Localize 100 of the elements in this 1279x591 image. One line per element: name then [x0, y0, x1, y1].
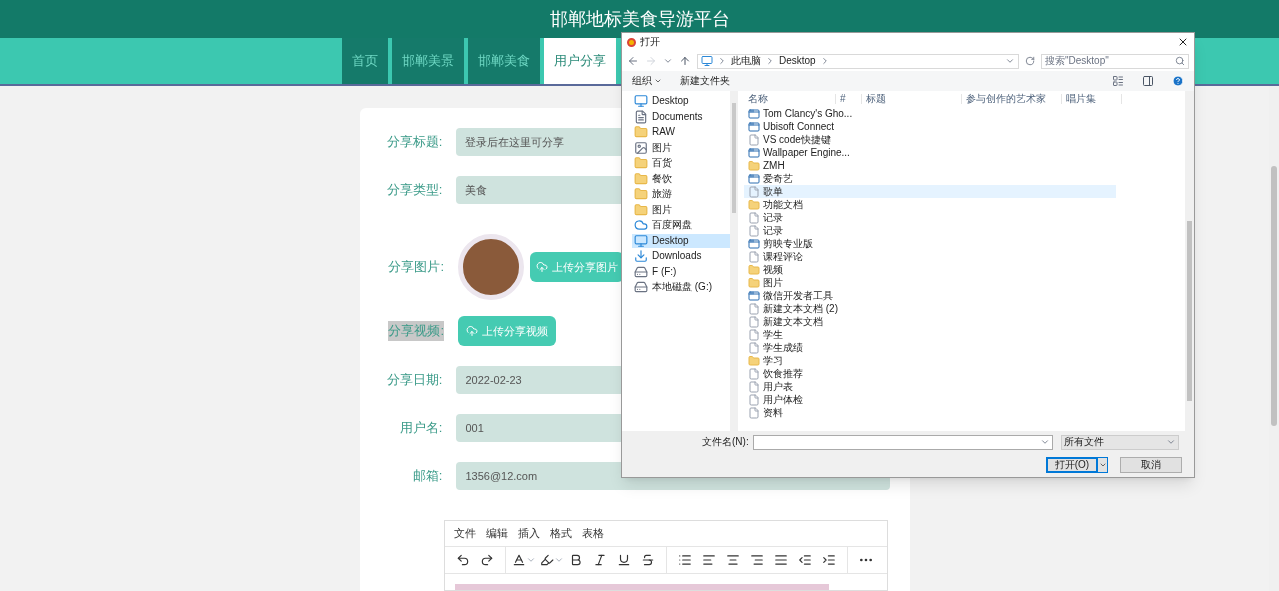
- file-type-dropdown[interactable]: 所有文件: [1060, 434, 1179, 450]
- nav-pane-item[interactable]: Desktop: [632, 233, 730, 248]
- chevron-icon: [717, 56, 727, 66]
- file-row[interactable]: 资料: [744, 406, 1116, 419]
- file-icon: [748, 328, 760, 341]
- file-row[interactable]: 图片: [744, 276, 1116, 289]
- monitor-icon: [634, 94, 648, 108]
- field-label: 用户名:: [399, 419, 443, 438]
- editor-menu-item[interactable]: 文件: [454, 525, 476, 542]
- column-header[interactable]: 标题: [862, 94, 962, 104]
- nav-pane-item[interactable]: RAW: [632, 125, 730, 139]
- editor-menu-item[interactable]: 格式: [550, 525, 572, 542]
- nav-pane-item[interactable]: 旅游: [632, 187, 730, 201]
- file-row[interactable]: 爱奇艺: [744, 172, 1116, 185]
- drive-icon: [634, 280, 648, 294]
- file-icon: [748, 393, 760, 406]
- new-folder-button[interactable]: 新建文件夹: [680, 76, 730, 86]
- path-segment[interactable]: Desktop: [779, 56, 816, 66]
- document-icon: [634, 109, 648, 124]
- file-row[interactable]: 剪映专业版: [744, 237, 1116, 250]
- file-row[interactable]: Wallpaper Engine...: [744, 146, 1116, 159]
- file-icon: [748, 315, 760, 328]
- file-row[interactable]: 歌单: [744, 185, 1116, 198]
- up-icon[interactable]: [679, 55, 691, 67]
- refresh-icon[interactable]: [1025, 56, 1035, 66]
- file-icon: [748, 406, 760, 419]
- nav-tab[interactable]: 用户分享: [544, 38, 616, 84]
- organize-menu[interactable]: 组织: [632, 76, 662, 86]
- file-row[interactable]: 学生成绩: [744, 341, 1116, 354]
- app-icon: [748, 237, 760, 250]
- file-icon: [748, 341, 760, 354]
- field-label: 分享类型:: [386, 181, 443, 200]
- column-header[interactable]: 唱片集: [1062, 94, 1122, 104]
- path-segment[interactable]: 此电脑: [731, 56, 761, 66]
- file-row[interactable]: Ubisoft Connect: [744, 120, 1116, 133]
- nav-pane-item[interactable]: Desktop: [632, 94, 730, 108]
- file-row[interactable]: VS code快捷键: [744, 133, 1116, 146]
- file-row[interactable]: 饮食推荐: [744, 367, 1116, 380]
- nav-pane-scrollbar[interactable]: [730, 91, 738, 431]
- filename-field[interactable]: [752, 434, 1053, 450]
- nav-pane-item[interactable]: 图片: [632, 202, 730, 217]
- field-label: 分享日期:: [386, 371, 443, 390]
- folder-icon: [748, 276, 760, 289]
- file-row[interactable]: 功能文档: [744, 198, 1116, 211]
- file-row[interactable]: 记录: [744, 211, 1116, 224]
- close-icon[interactable]: [1177, 36, 1189, 48]
- column-header[interactable]: 参与创作的艺术家: [962, 94, 1062, 104]
- folder-icon: [748, 354, 760, 367]
- folder-icon: [634, 187, 648, 201]
- file-row[interactable]: 新建文本文档: [744, 315, 1116, 328]
- nav-pane-item[interactable]: 图片: [632, 140, 730, 155]
- open-dropdown-icon[interactable]: [1098, 457, 1108, 473]
- field-label: 分享视频:: [388, 321, 444, 341]
- nav-pane-item[interactable]: Documents: [632, 109, 730, 124]
- cancel-button[interactable]: 取消: [1120, 457, 1182, 473]
- folder-icon: [634, 171, 648, 186]
- editor-menu-item[interactable]: 表格: [582, 525, 604, 542]
- highlighter-icon[interactable]: [540, 553, 564, 567]
- app-icon: [748, 120, 760, 133]
- editor-menu-item[interactable]: 编辑: [486, 525, 508, 542]
- file-row[interactable]: ZMH: [744, 159, 1116, 172]
- browser-logo-icon: [627, 37, 636, 47]
- editor-menu-item[interactable]: 插入: [518, 525, 540, 542]
- field-label: 分享图片:: [388, 258, 444, 277]
- column-header[interactable]: #: [836, 94, 862, 104]
- file-row[interactable]: 用户表: [744, 380, 1116, 393]
- file-row[interactable]: 课程评论: [744, 250, 1116, 263]
- file-row[interactable]: Tom Clancy's Gho...: [744, 107, 1116, 120]
- folder-icon: [634, 125, 648, 139]
- preview-pane-icon[interactable]: [1142, 75, 1154, 87]
- field-label: 分享标题:: [386, 133, 443, 152]
- nav-pane-item[interactable]: Downloads: [632, 249, 730, 263]
- file-row[interactable]: 学生: [744, 328, 1116, 341]
- help-icon[interactable]: [1172, 75, 1184, 87]
- file-row[interactable]: 学习: [744, 354, 1116, 367]
- file-row[interactable]: 新建文本文档 (2): [744, 302, 1116, 315]
- file-icon: [748, 250, 760, 263]
- nav-pane-item[interactable]: F (F:): [632, 264, 730, 279]
- app-icon: [748, 146, 760, 159]
- nav-pane-item[interactable]: 百度网盘: [632, 218, 730, 232]
- nav-pane-item[interactable]: 餐饮: [632, 171, 730, 186]
- file-row[interactable]: 视频: [744, 263, 1116, 276]
- open-button[interactable]: 打开(O): [1046, 457, 1098, 473]
- cloud-icon: [634, 218, 648, 232]
- folder-icon: [634, 156, 648, 170]
- site-title: 邯郸地标美食导游平台: [549, 7, 730, 31]
- search-field[interactable]: 搜索"Desktop": [1041, 53, 1189, 69]
- view-options-icon[interactable]: [1112, 75, 1124, 87]
- nav-pane-item[interactable]: 百货: [632, 156, 730, 170]
- column-header[interactable]: 名称: [744, 94, 836, 104]
- text-color-icon[interactable]: [512, 553, 536, 567]
- address-bar[interactable]: 此电脑 Desktop: [697, 53, 1019, 69]
- back-icon[interactable]: [627, 55, 639, 67]
- file-list-scrollbar[interactable]: [1185, 91, 1194, 431]
- file-row[interactable]: 记录: [744, 224, 1116, 237]
- search-icon: [1175, 56, 1185, 66]
- nav-pane-item[interactable]: 本地磁盘 (G:): [632, 280, 730, 294]
- dropdown-icon: [1039, 437, 1050, 447]
- file-row[interactable]: 微信开发者工具: [744, 289, 1116, 302]
- file-row[interactable]: 用户体检: [744, 393, 1116, 406]
